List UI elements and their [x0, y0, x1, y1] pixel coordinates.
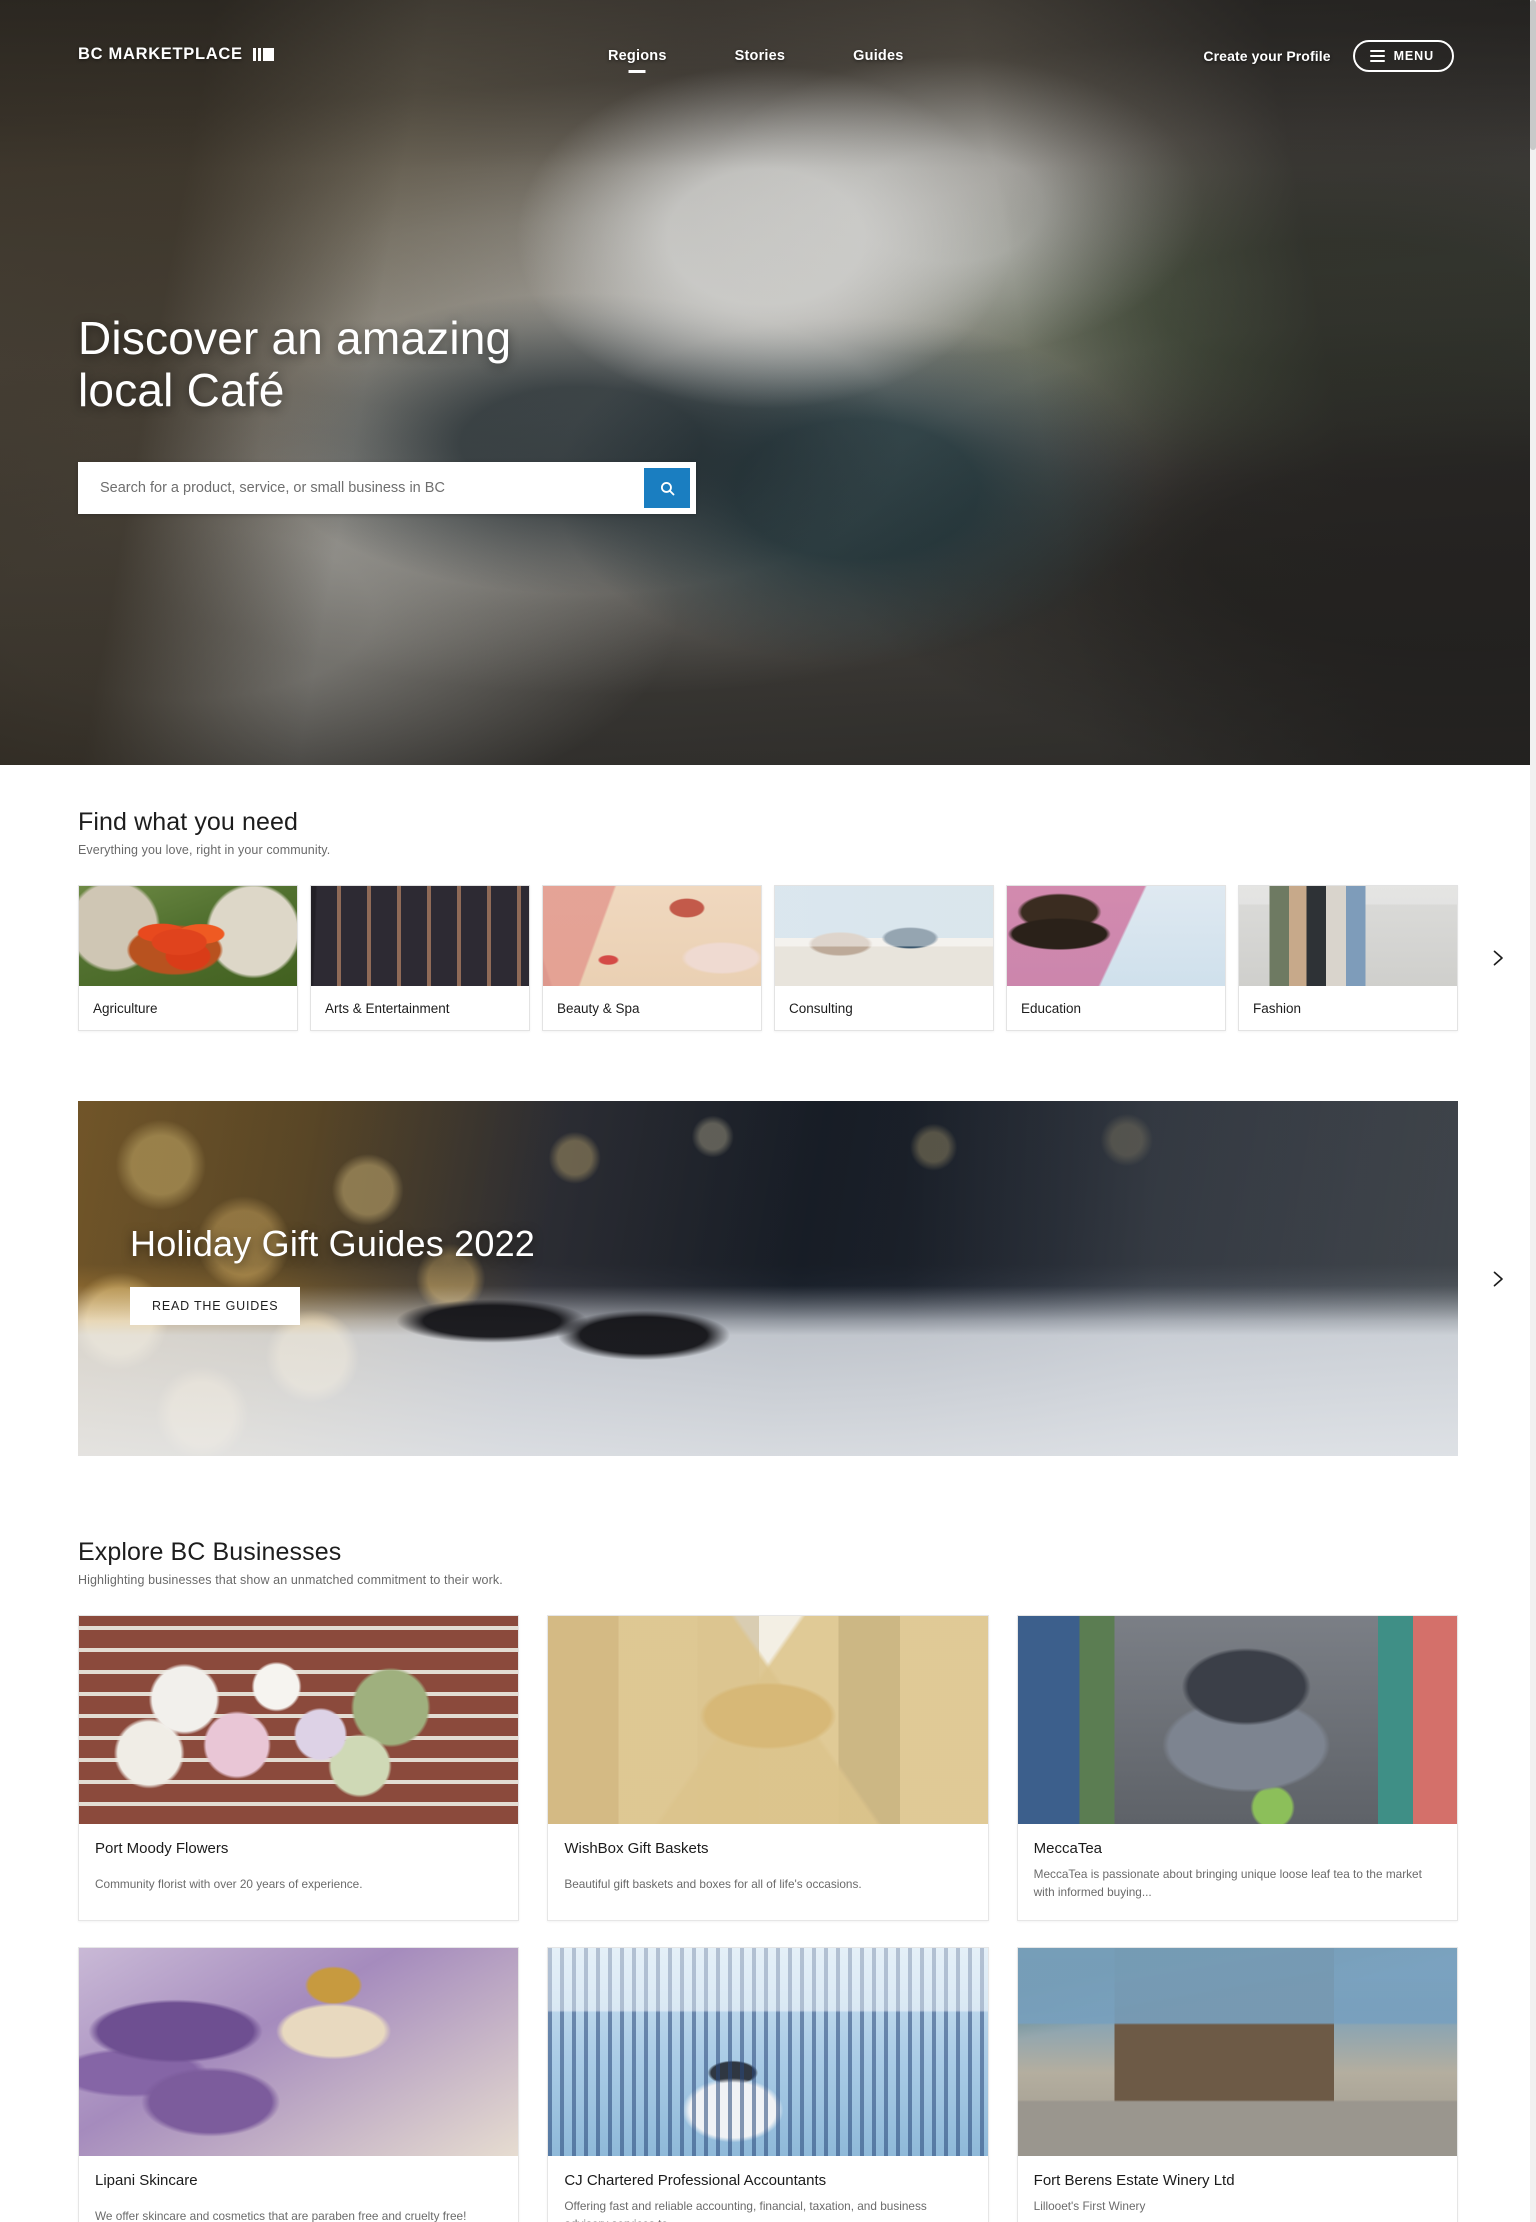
business-body: WishBox Gift Baskets Beautiful gift bask…	[548, 1824, 987, 1911]
business-card-port-moody-flowers[interactable]: Port Moody Flowers Community florist wit…	[78, 1615, 520, 1921]
nav-item-stories[interactable]: Stories	[735, 48, 786, 73]
business-name: Port Moody Flowers	[95, 1840, 229, 1857]
business-name: WishBox Gift Baskets	[564, 1840, 709, 1857]
find-section-title: Find what you need	[78, 808, 299, 836]
nav-item-guides[interactable]: Guides	[853, 48, 903, 73]
promo-carousel-next-button[interactable]	[1482, 1264, 1512, 1294]
category-card-consulting[interactable]: Consulting	[774, 885, 994, 1031]
nav-item-guides-label: Guides	[853, 48, 904, 64]
hamburger-icon	[1369, 50, 1385, 62]
business-grid: Port Moody Flowers Community florist wit…	[78, 1615, 1458, 2222]
business-name: Lipani Skincare	[95, 2171, 198, 2189]
find-section-subtitle: Everything you love, right in your commu…	[78, 843, 331, 857]
business-card-lipani-skincare[interactable]: Lipani Skincare We offer skincare and co…	[78, 1946, 520, 2222]
business-card-wishbox-gift-baskets[interactable]: WishBox Gift Baskets Beautiful gift bask…	[547, 1615, 989, 1921]
category-card-arts-entertainment[interactable]: Arts & Entertainment	[310, 885, 530, 1031]
category-image-consulting	[775, 886, 993, 986]
category-image-agriculture	[79, 886, 297, 986]
business-image-wishbox-gift-baskets	[548, 1616, 988, 1824]
search-input[interactable]	[78, 462, 644, 514]
page-scrollbar-track[interactable]	[1530, 0, 1536, 2222]
business-body: MeccaTea MeccaTea is passionate about br…	[1018, 1824, 1457, 1920]
category-image-fashion	[1239, 886, 1457, 986]
category-label-fashion: Fashion	[1253, 1000, 1302, 1016]
business-name: MeccaTea	[1033, 1840, 1103, 1857]
hero-copy: Discover an amazing local Café	[78, 312, 511, 417]
menu-button[interactable]: MENU	[1352, 40, 1454, 72]
business-description: MeccaTea is passionate about bringing un…	[1033, 1867, 1422, 1900]
business-image-port-moody-flowers	[79, 1616, 519, 1824]
business-description: We offer skincare and cosmetics that are…	[95, 2208, 467, 2222]
business-image-fort-berens-estate-winery-ltd	[1017, 1947, 1457, 2156]
logo-bars-icon	[252, 48, 274, 61]
business-card-cj-chartered-professional-accountants[interactable]: CJ Chartered Professional Accountants Of…	[547, 1946, 989, 2222]
page-scrollbar-thumb[interactable]	[1530, 0, 1536, 150]
read-the-guides-button[interactable]: READ THE GUIDES	[130, 1287, 301, 1325]
hero-search-bar	[78, 462, 696, 514]
business-name: Fort Berens Estate Winery Ltd	[1033, 2171, 1235, 2189]
chevron-right-icon	[1493, 1271, 1503, 1286]
category-card-fashion[interactable]: Fashion	[1238, 885, 1458, 1031]
category-carousel-next-button[interactable]	[1482, 943, 1512, 973]
category-image-education	[1007, 886, 1225, 986]
business-body: Lipani Skincare We offer skincare and co…	[79, 2156, 518, 2222]
business-body: CJ Chartered Professional Accountants Of…	[548, 2156, 987, 2222]
hero-section: BC MARKETPLACE Regions Stories Guides Cr…	[0, 0, 1530, 765]
search-button[interactable]	[644, 468, 690, 508]
hero-title: Discover an amazing local Café	[78, 312, 512, 417]
nav-item-regions[interactable]: Regions	[608, 48, 667, 73]
explore-section-subtitle: Highlighting businesses that show an unm…	[78, 1573, 503, 1587]
page-root: BC MARKETPLACE Regions Stories Guides Cr…	[0, 0, 1536, 2222]
create-profile-link[interactable]: Create your Profile	[1203, 48, 1330, 64]
category-label-agriculture: Agriculture	[93, 1000, 158, 1016]
business-card-meccatea[interactable]: MeccaTea MeccaTea is passionate about br…	[1016, 1615, 1458, 1921]
business-description: Lillooet's First Winery	[1033, 2198, 1146, 2213]
nav-item-stories-label: Stories	[734, 48, 786, 64]
nav-item-regions-label: Regions	[608, 48, 667, 64]
category-card-agriculture[interactable]: Agriculture	[78, 885, 298, 1031]
menu-button-label: MENU	[1393, 49, 1434, 63]
site-logo[interactable]: BC MARKETPLACE	[78, 45, 274, 64]
category-label-education: Education	[1021, 1000, 1082, 1016]
category-card-beauty-spa[interactable]: Beauty & Spa	[542, 885, 762, 1031]
category-image-arts-entertainment	[311, 886, 529, 986]
promo-title: Holiday Gift Guides 2022	[130, 1223, 536, 1264]
business-image-meccatea	[1017, 1616, 1457, 1824]
business-image-lipani-skincare	[79, 1947, 519, 2156]
category-label-consulting: Consulting	[789, 1000, 853, 1016]
find-section: Find what you need Everything you love, …	[0, 808, 1536, 1031]
primary-nav: Regions Stories Guides	[608, 48, 904, 73]
business-image-cj-chartered-professional-accountants	[548, 1947, 988, 2156]
chevron-right-icon	[1493, 950, 1503, 966]
business-body: Port Moody Flowers Community florist wit…	[79, 1824, 518, 1911]
business-description: Community florist with over 20 years of …	[95, 1877, 363, 1891]
explore-section: Explore BC Businesses Highlighting busin…	[0, 1538, 1536, 2222]
category-card-education[interactable]: Education	[1006, 885, 1226, 1031]
category-image-beauty-spa	[543, 886, 761, 986]
business-description: Beautiful gift baskets and boxes for all…	[564, 1877, 862, 1891]
category-label-beauty-spa: Beauty & Spa	[557, 1000, 640, 1016]
business-name: CJ Chartered Professional Accountants	[564, 2171, 827, 2189]
top-navigation-bar: BC MARKETPLACE Regions Stories Guides Cr…	[0, 0, 1530, 82]
site-logo-text: BC MARKETPLACE	[78, 45, 243, 63]
category-carousel: Agriculture Arts & Entertainment Beauty …	[78, 885, 1503, 1031]
nav-right-group: Create your Profile MENU	[1203, 40, 1454, 72]
promo-carousel: Holiday Gift Guides 2022 READ THE GUIDES	[0, 1101, 1536, 1456]
business-card-fort-berens-estate-winery-ltd[interactable]: Fort Berens Estate Winery Ltd Lillooet's…	[1016, 1946, 1458, 2222]
business-body: Fort Berens Estate Winery Ltd Lillooet's…	[1018, 2156, 1457, 2222]
promo-copy: Holiday Gift Guides 2022 READ THE GUIDES	[130, 1223, 535, 1325]
promo-banner[interactable]: Holiday Gift Guides 2022 READ THE GUIDES	[78, 1101, 1458, 1456]
explore-section-title: Explore BC Businesses	[78, 1538, 342, 1566]
category-label-arts-entertainment: Arts & Entertainment	[325, 1000, 450, 1016]
business-description: Offering fast and reliable accounting, f…	[564, 2198, 927, 2222]
search-icon	[660, 481, 674, 495]
